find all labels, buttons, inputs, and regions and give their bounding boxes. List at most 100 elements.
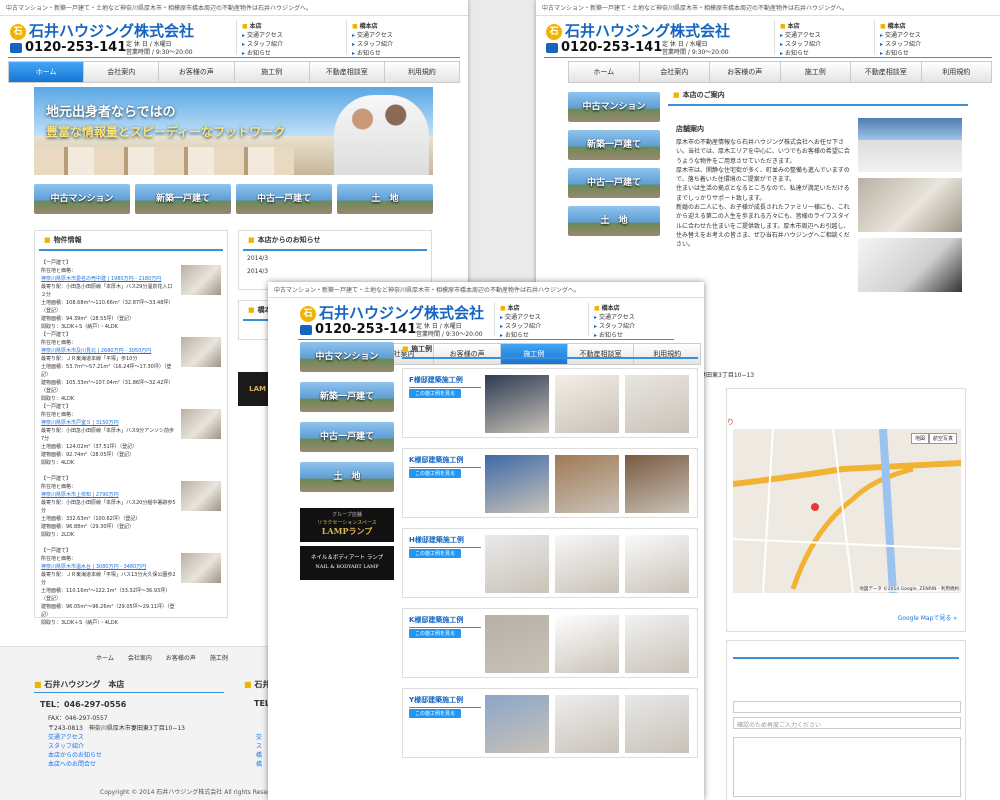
category-used-mansion[interactable]: 中古マンション (34, 184, 130, 214)
category-new-house[interactable]: 新築一戸建て (568, 130, 660, 160)
category-used-mansion[interactable]: 中古マンション (300, 342, 394, 372)
works-photo[interactable] (625, 535, 689, 593)
nav-voice[interactable]: お客様の声 (710, 62, 781, 82)
listing-photo[interactable] (181, 409, 221, 439)
branch-main-news-link[interactable]: お知らせ (242, 49, 286, 58)
listing-link[interactable]: 神奈川県厚木市愛名の売中建 | 1980万円 - 2180万円 (41, 275, 177, 283)
category-land[interactable]: 土 地 (337, 184, 433, 214)
footer-nav-link[interactable]: 橋 (256, 760, 262, 769)
google-map-link[interactable]: Google Mapで見る » (898, 613, 957, 622)
logo[interactable]: 石石井ハウジング株式会社 (300, 302, 484, 323)
listing-link[interactable]: 神奈川県厚木市及川見北 | 2680万円 - 3050万円 (41, 347, 177, 355)
works-photo[interactable] (555, 535, 619, 593)
branch-hashimoto-staff-link[interactable]: スタッフ紹介 (594, 322, 638, 331)
nav-home[interactable]: ホーム (9, 62, 85, 82)
nail-banner[interactable]: ネイル＆ボディアート ランプ NAIL & BODYART LAMP (300, 546, 394, 580)
branch-main-news-link[interactable]: お知らせ (780, 49, 824, 58)
listing-photo[interactable] (181, 337, 221, 367)
branch-main-access-link[interactable]: 交通アクセス (500, 313, 544, 322)
nav-consult[interactable]: 不動産相談室 (851, 62, 922, 82)
branch-hashimoto-news-link[interactable]: お知らせ (880, 49, 924, 58)
branch-hashimoto-news-link[interactable]: お知らせ (352, 49, 396, 58)
nav-consult[interactable]: 不動産相談室 (310, 62, 385, 82)
nav-works[interactable]: 施工例 (781, 62, 851, 82)
footer-nav-link[interactable]: 交通アクセス (48, 733, 102, 742)
works-photo[interactable] (485, 375, 549, 433)
nav-voice[interactable]: お客様の声 (159, 62, 235, 82)
branch-hashimoto-news-link[interactable]: お知らせ (594, 331, 638, 340)
works-photo[interactable] (485, 695, 549, 753)
form-textarea[interactable] (733, 737, 961, 797)
works-photo[interactable] (555, 375, 619, 433)
branch-main-access-link[interactable]: 交通アクセス (242, 31, 286, 40)
footer-nav-link[interactable]: 本店からのお知らせ (48, 751, 102, 760)
branch-main-news-link[interactable]: お知らせ (500, 331, 544, 340)
works-photo[interactable] (625, 615, 689, 673)
category-new-house[interactable]: 新築一戸建て (300, 382, 394, 412)
category-land[interactable]: 土 地 (568, 206, 660, 236)
google-map[interactable]: 地図 航空写真 地図データ ©2014 Google, ZENRIN - 利用規… (733, 429, 961, 593)
branch-hashimoto-staff-link[interactable]: スタッフ紹介 (880, 40, 924, 49)
listing-photo[interactable] (181, 553, 221, 583)
works-photo[interactable] (555, 615, 619, 673)
works-photo[interactable] (485, 535, 549, 593)
works-photo[interactable] (625, 375, 689, 433)
branch-main-access-link[interactable]: 交通アクセス (780, 31, 824, 40)
nav-works[interactable]: 施工例 (235, 62, 310, 82)
branch-main-staff-link[interactable]: スタッフ紹介 (780, 40, 824, 49)
works-photo[interactable] (485, 615, 549, 673)
nav-company[interactable]: 会社案内 (640, 62, 710, 82)
view-works-button[interactable]: この施工例を見る (409, 629, 462, 638)
category-used-house[interactable]: 中古一戸建て (300, 422, 394, 452)
nav-terms[interactable]: 利用規約 (385, 62, 459, 82)
works-photo[interactable] (555, 695, 619, 753)
footer-branch-nav-right: 交ス橋橋 (256, 733, 262, 769)
listing-link[interactable]: 神奈川県厚木市温水台 | 3080万円 - 3480万円 (41, 563, 177, 571)
lamp-banner-partial[interactable]: LAM (238, 372, 268, 406)
category-land[interactable]: 土 地 (300, 462, 394, 492)
map-type-button[interactable]: 地図 (910, 433, 929, 444)
nav-terms[interactable]: 利用規約 (922, 62, 992, 82)
category-used-mansion[interactable]: 中古マンション (568, 92, 660, 122)
nav-home[interactable]: ホーム (569, 62, 640, 82)
footer-nav-link[interactable]: ス (256, 742, 262, 751)
view-works-button[interactable]: この施工例を見る (409, 709, 462, 718)
footer-nav-link[interactable]: 橋 (256, 751, 262, 760)
logo[interactable]: 石石井ハウジング株式会社 (546, 20, 730, 41)
branch-hashimoto-access-link[interactable]: 交通アクセス (594, 313, 638, 322)
listing-photo[interactable] (181, 481, 221, 511)
works-photo[interactable] (485, 455, 549, 513)
works-photo[interactable] (625, 695, 689, 753)
footer-link[interactable]: 施工例 (210, 653, 228, 662)
category-new-house[interactable]: 新築一戸建て (135, 184, 231, 214)
view-works-button[interactable]: この施工例を見る (409, 469, 462, 478)
form-field[interactable] (733, 701, 961, 713)
footer-nav-link[interactable]: スタッフ紹介 (48, 742, 102, 751)
lamp-banner[interactable]: グループ店舗 リラクセーションスペース LAMPランプ (300, 508, 394, 542)
footer-nav-link[interactable]: 交 (256, 733, 262, 742)
footer-link[interactable]: ホーム (96, 653, 114, 662)
branch-main-staff-link[interactable]: スタッフ紹介 (500, 322, 544, 331)
view-works-button[interactable]: この施工例を見る (409, 549, 462, 558)
form-header-strip (733, 647, 959, 659)
nav-company[interactable]: 会社案内 (84, 62, 160, 82)
category-used-house[interactable]: 中古一戸建て (236, 184, 332, 214)
category-used-house[interactable]: 中古一戸建て (568, 168, 660, 198)
map-type-controls[interactable]: 地図 航空写真 (910, 433, 957, 444)
logo[interactable]: 石石井ハウジング株式会社 (10, 20, 194, 41)
map-type-button[interactable]: 航空写真 (928, 433, 957, 444)
works-photo[interactable] (625, 455, 689, 513)
footer-nav-link[interactable]: 本店へのお問合せ (48, 760, 102, 769)
branch-hashimoto-access-link[interactable]: 交通アクセス (880, 31, 924, 40)
listing-photo[interactable] (181, 265, 221, 295)
listing-link[interactable]: 神奈川県厚木市戸室５ | 3150万円 (41, 419, 177, 427)
confirm-email-field[interactable]: 確認のため再度ご入力ください (733, 717, 961, 729)
footer-link[interactable]: お客様の声 (166, 653, 196, 662)
footer-link[interactable]: 会社案内 (128, 653, 152, 662)
works-photo[interactable] (555, 455, 619, 513)
branch-main-staff-link[interactable]: スタッフ紹介 (242, 40, 286, 49)
listing-link[interactable]: 神奈川県厚木市上依知 | 2790万円 (41, 491, 177, 499)
view-works-button[interactable]: この施工例を見る (409, 389, 462, 398)
branch-hashimoto-access-link[interactable]: 交通アクセス (352, 31, 396, 40)
branch-hashimoto-staff-link[interactable]: スタッフ紹介 (352, 40, 396, 49)
